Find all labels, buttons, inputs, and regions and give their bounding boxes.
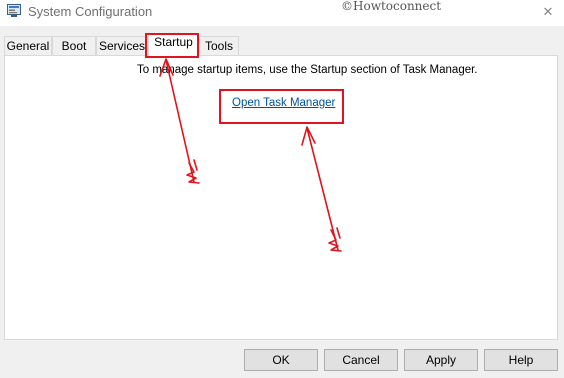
close-button[interactable]: ✕ [532, 0, 564, 24]
task-manager-link-highlight-box [219, 89, 344, 124]
watermark: ©Howtoconnect [341, 0, 442, 13]
apply-button[interactable]: Apply [404, 349, 478, 371]
ok-button[interactable]: OK [244, 349, 318, 371]
window-title: System Configuration [28, 4, 153, 19]
system-configuration-window: System Configuration ©Howtoconnect ✕ Gen… [0, 0, 564, 378]
startup-info-text: To manage startup items, use the Startup… [137, 64, 478, 76]
msconfig-icon [7, 4, 21, 17]
tab-general[interactable]: General [4, 36, 52, 55]
tab-boot[interactable]: Boot [52, 36, 96, 55]
help-button[interactable]: Help [484, 349, 558, 371]
startup-tab-highlight-box [145, 33, 199, 58]
close-icon: ✕ [542, 4, 554, 19]
tab-services[interactable]: Services [96, 36, 148, 55]
tab-tools[interactable]: Tools [199, 36, 239, 55]
cancel-button[interactable]: Cancel [324, 349, 398, 371]
title-bar: System Configuration ©Howtoconnect ✕ [0, 0, 564, 26]
